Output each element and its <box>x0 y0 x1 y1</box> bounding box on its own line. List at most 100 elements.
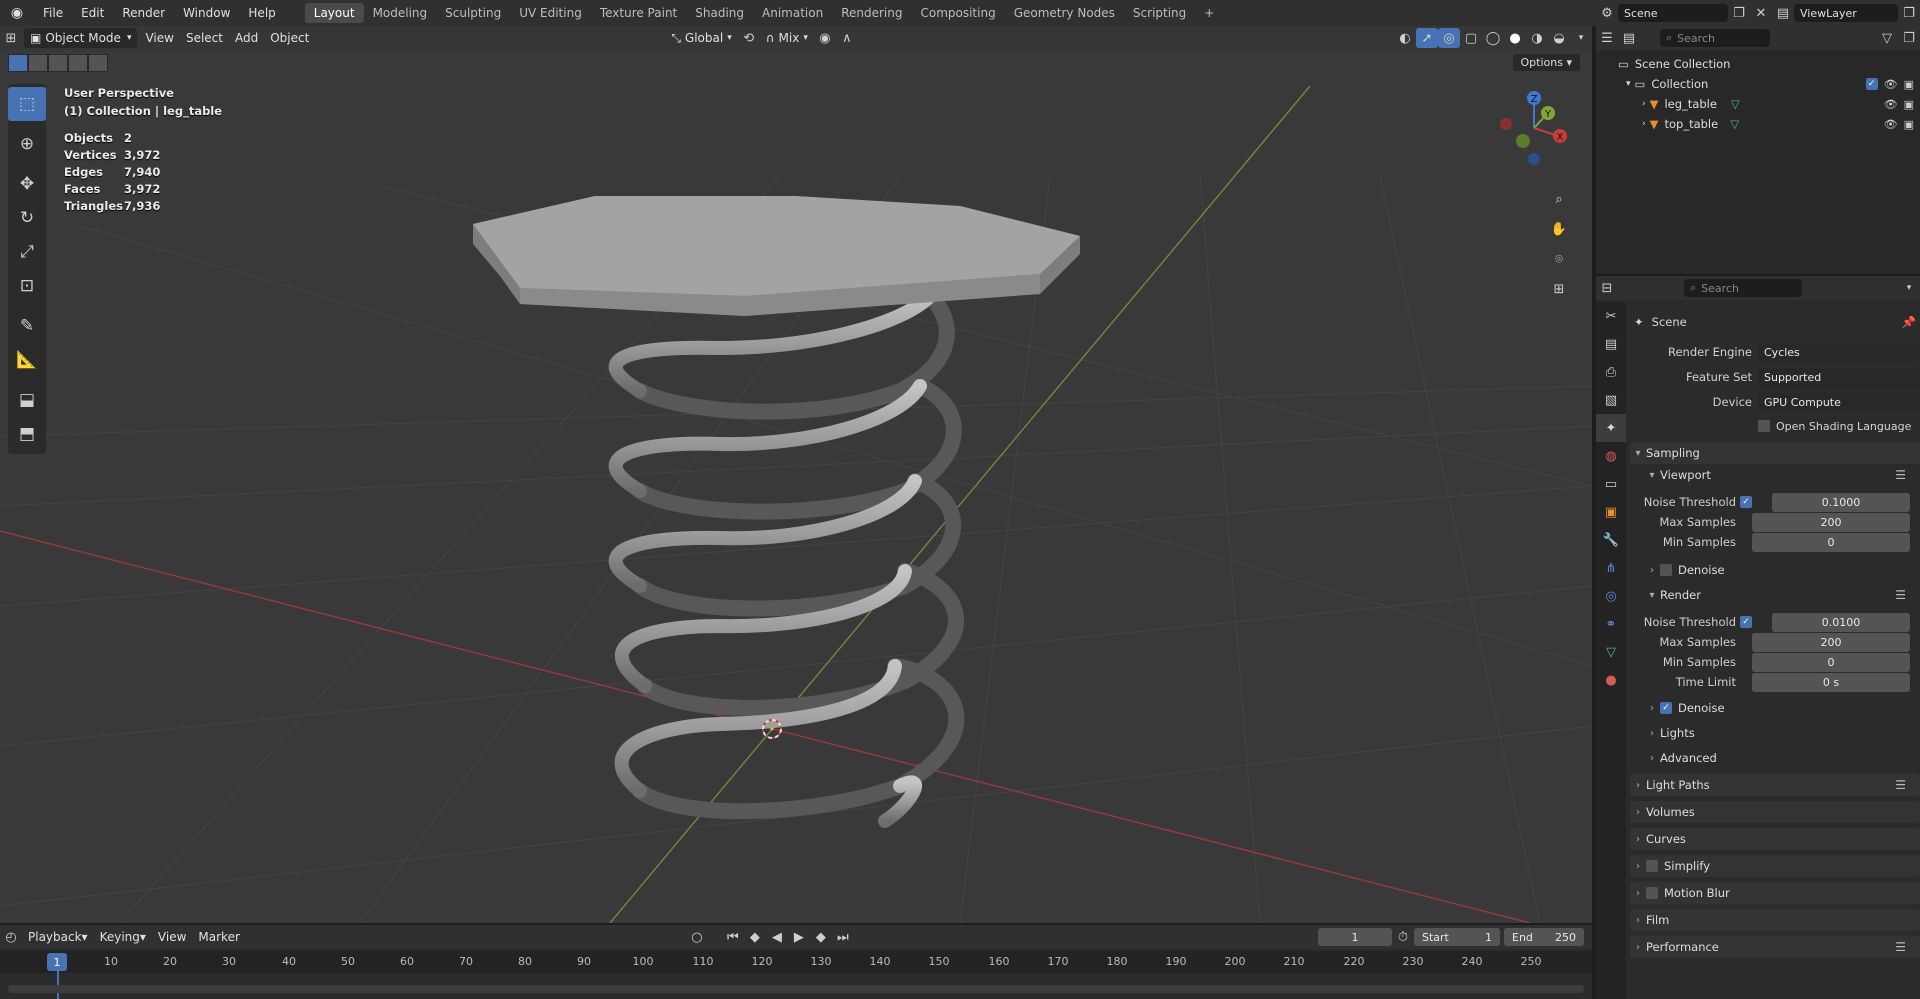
world-tab-icon[interactable]: ◍ <box>1596 442 1626 470</box>
rendered-shading-icon[interactable]: ◒ <box>1548 28 1570 48</box>
viewport-subpanel-header[interactable]: ▾ Viewport ☰ <box>1630 465 1920 485</box>
presets-list-icon[interactable]: ☰ <box>1895 468 1906 482</box>
viewport-min-samples-field[interactable]: 0 <box>1752 532 1910 552</box>
viewport-max-samples-field[interactable]: 200 <box>1752 512 1910 532</box>
pin-icon[interactable]: 📌 <box>1902 315 1916 329</box>
snap-selector[interactable]: ∩ Mix ▾ <box>760 28 814 48</box>
time-limit-field[interactable]: 0 s <box>1752 672 1910 692</box>
eye-icon[interactable]: 👁 <box>1884 78 1898 91</box>
camera-icon[interactable]: ▣ <box>1904 78 1914 91</box>
render-subpanel-header[interactable]: ▾ Render ☰ <box>1630 585 1920 605</box>
viewport-noise-threshold-field[interactable]: 0.1000 <box>1772 492 1910 512</box>
jump-start-icon[interactable]: ⏮ <box>722 927 744 947</box>
eye-icon[interactable]: 👁 <box>1884 98 1898 111</box>
physics-tab-icon[interactable]: ◎ <box>1596 582 1626 610</box>
view-layer-tab-icon[interactable]: ▧ <box>1596 386 1626 414</box>
volumes-panel[interactable]: › Volumes <box>1630 801 1920 823</box>
scene-selector[interactable]: Scene <box>1618 4 1728 22</box>
menu-add[interactable]: Add <box>229 28 264 48</box>
tab-layout[interactable]: Layout <box>304 3 364 23</box>
tab-scripting[interactable]: Scripting <box>1124 3 1195 23</box>
camera-view-icon[interactable]: ⌾ <box>1546 246 1572 272</box>
play-reverse-icon[interactable]: ◀ <box>766 927 788 947</box>
motion-blur-checkbox[interactable] <box>1646 887 1658 899</box>
move-tool-icon[interactable]: ✥ <box>8 167 46 201</box>
filter-icon[interactable]: ▽ <box>1876 28 1898 48</box>
new-scene-icon[interactable]: ❐ <box>1728 3 1750 23</box>
exclude-checkbox[interactable]: ✓ <box>1865 77 1878 90</box>
transform-tool-icon[interactable]: ⊡ <box>8 269 46 303</box>
next-keyframe-icon[interactable]: ◆ <box>810 927 832 947</box>
display-mode-icon[interactable]: ▤ <box>1618 28 1640 48</box>
menu-edit[interactable]: Edit <box>72 6 113 20</box>
pan-hand-icon[interactable]: ✋ <box>1546 216 1572 242</box>
view-layer-icon[interactable]: ▤ <box>1772 3 1794 23</box>
menu-window[interactable]: Window <box>174 6 239 20</box>
solid-shading-icon[interactable]: ● <box>1504 28 1526 48</box>
properties-search-input[interactable]: ⌕ Search <box>1684 279 1802 297</box>
menu-help[interactable]: Help <box>239 6 284 20</box>
viewport-denoise-checkbox[interactable] <box>1660 564 1672 576</box>
render-denoise-subpanel[interactable]: › ✓ Denoise <box>1630 698 1920 718</box>
proportional-edit-icon[interactable]: ◉ <box>814 28 836 48</box>
add-object-tool-icon[interactable]: ⬒ <box>8 417 46 451</box>
start-frame-field[interactable]: Start 1 <box>1414 928 1500 946</box>
noise-threshold-checkbox[interactable]: ✓ <box>1740 496 1752 508</box>
properties-editor-type-icon[interactable]: ⊟ <box>1596 278 1618 298</box>
material-tab-icon[interactable]: ● <box>1596 666 1626 694</box>
orientation-selector[interactable]: ⤡ Global ▾ <box>665 28 737 48</box>
outliner-editor-type-icon[interactable]: ☰ <box>1596 28 1618 48</box>
visibility-icon[interactable]: ◐ <box>1394 28 1416 48</box>
ortho-grid-icon[interactable]: ⊞ <box>1546 276 1572 302</box>
current-frame-field[interactable]: 1 <box>1318 928 1392 946</box>
tab-texture-paint[interactable]: Texture Paint <box>591 3 686 23</box>
timeline-scrollbar[interactable] <box>8 985 1584 993</box>
curves-panel[interactable]: › Curves <box>1630 828 1920 850</box>
new-view-layer-icon[interactable]: ❐ <box>1898 3 1920 23</box>
tab-shading[interactable]: Shading <box>686 3 753 23</box>
presets-list-icon[interactable]: ☰ <box>1895 588 1906 602</box>
outliner-row-top-table[interactable]: › ▼ top_table ▽ 👁 ▣ <box>1596 114 1920 134</box>
object-tab-icon[interactable]: ▣ <box>1596 498 1626 526</box>
menu-render[interactable]: Render <box>113 6 174 20</box>
menu-timeline-view[interactable]: View <box>152 927 192 947</box>
add-workspace-button[interactable]: + <box>1195 3 1223 23</box>
modifier-tab-icon[interactable]: 🔧 <box>1596 526 1626 554</box>
shading-options-icon[interactable]: ▾ <box>1570 28 1592 48</box>
lights-subpanel[interactable]: › Lights <box>1630 723 1920 743</box>
tool-tab-icon[interactable]: ✂ <box>1596 302 1626 330</box>
pivot-icon[interactable]: ⟲ <box>738 28 760 48</box>
scene-icon[interactable]: ⚙ <box>1596 3 1618 23</box>
options-button[interactable]: Options ▾ <box>1512 54 1580 71</box>
chevron-down-icon[interactable]: ▾ <box>1898 278 1920 298</box>
tab-sculpting[interactable]: Sculpting <box>436 3 510 23</box>
menu-view[interactable]: View <box>139 28 179 48</box>
wireframe-shading-icon[interactable]: ◯ <box>1482 28 1504 48</box>
render-denoise-checkbox[interactable]: ✓ <box>1660 702 1672 714</box>
scene-tab-icon[interactable]: ✦ <box>1596 414 1626 442</box>
frame-ruler[interactable]: 10 20 30 40 50 60 70 80 90 100 110 120 1… <box>0 951 1592 973</box>
constraints-tab-icon[interactable]: ⚭ <box>1596 610 1626 638</box>
viewport-denoise-subpanel[interactable]: › Denoise <box>1630 560 1920 580</box>
simplify-panel[interactable]: › Simplify <box>1630 855 1920 877</box>
device-dropdown[interactable]: GPU Compute <box>1758 392 1920 412</box>
film-panel[interactable]: › Film <box>1630 909 1920 931</box>
falloff-icon[interactable]: ∧ <box>836 28 858 48</box>
axis-gizmo[interactable]: Z Y X <box>1494 86 1574 176</box>
render-max-samples-field[interactable]: 200 <box>1752 632 1910 652</box>
preview-range-icon[interactable]: ⏱ <box>1392 927 1414 947</box>
tab-uv-editing[interactable]: UV Editing <box>510 3 591 23</box>
end-frame-field[interactable]: End 250 <box>1504 928 1584 946</box>
select-intersect-icon[interactable] <box>88 54 108 72</box>
annotate-tool-icon[interactable]: ✎ <box>8 309 46 343</box>
cursor-tool-icon[interactable]: ⊕ <box>8 127 46 161</box>
overlay-toggle-icon[interactable]: ◎ <box>1438 28 1460 48</box>
tab-compositing[interactable]: Compositing <box>911 3 1004 23</box>
light-paths-panel[interactable]: › Light Paths ☰ <box>1630 774 1920 796</box>
advanced-subpanel[interactable]: › Advanced <box>1630 748 1920 768</box>
presets-list-icon[interactable]: ☰ <box>1895 940 1906 954</box>
menu-object[interactable]: Object <box>264 28 315 48</box>
select-subtract-icon[interactable] <box>48 54 68 72</box>
camera-icon[interactable]: ▣ <box>1904 98 1914 111</box>
tab-animation[interactable]: Animation <box>753 3 832 23</box>
